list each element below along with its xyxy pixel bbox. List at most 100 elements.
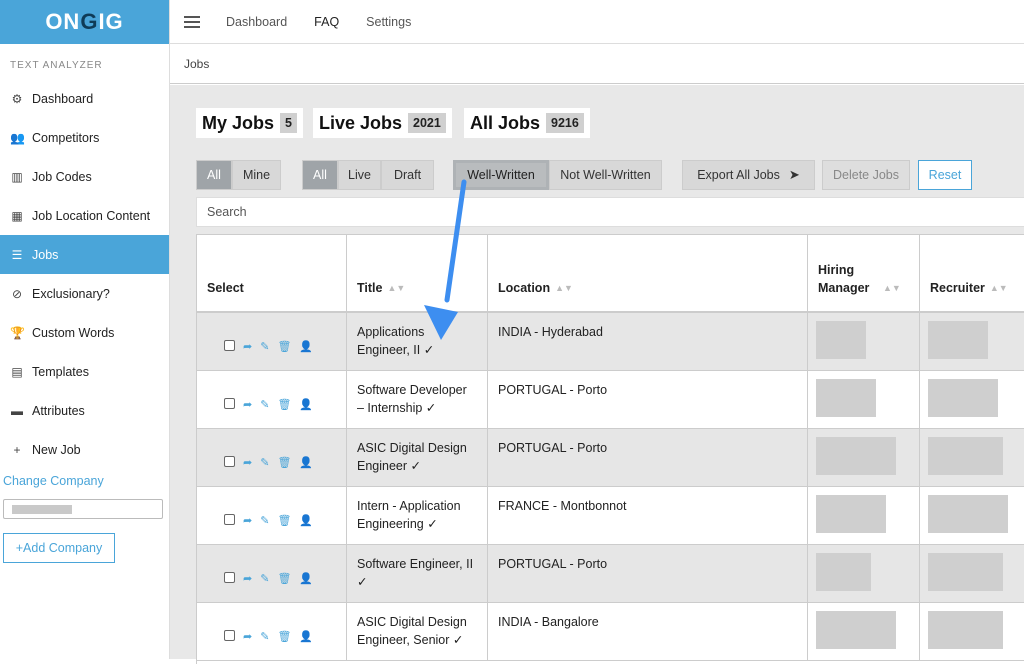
sidebar-item-dashboard[interactable]: ⚙ Dashboard: [0, 79, 169, 118]
company-select[interactable]: [3, 499, 163, 519]
row-actions: ➦ ✎ 🗑 👤: [197, 429, 347, 487]
add-company-button[interactable]: +Add Company: [3, 533, 115, 563]
share-icon[interactable]: ➦: [243, 454, 252, 472]
sidebar-item-templates[interactable]: ▤ Templates: [0, 352, 169, 391]
table-row: ➦ ✎ 🗑 👤 Intern - Application Engineering ✓ …: [197, 487, 1024, 545]
trash-icon[interactable]: 🗑: [277, 338, 291, 356]
status-filter-draft[interactable]: Draft: [381, 160, 434, 190]
trash-icon[interactable]: 🗑: [277, 454, 291, 472]
recruiter-cell: [920, 313, 1024, 371]
dashboard-icon: ⚙: [11, 91, 23, 106]
row-checkbox[interactable]: [224, 629, 235, 641]
row-actions: ➦ ✎ 🗑 👤: [197, 487, 347, 545]
edit-icon[interactable]: ✎: [260, 570, 269, 588]
sidebar-item-new-job[interactable]: + New Job: [0, 430, 169, 469]
trash-icon[interactable]: 🗑: [277, 570, 291, 588]
reset-button[interactable]: Reset: [918, 160, 972, 190]
row-checkbox[interactable]: [224, 397, 235, 409]
sidebar-item-attributes[interactable]: ▬ Attributes: [0, 391, 169, 430]
sidebar-item-competitors[interactable]: 👥 Competitors: [0, 118, 169, 157]
row-checkbox[interactable]: [224, 513, 235, 525]
header-label: Title: [357, 281, 383, 295]
share-icon[interactable]: ➦: [243, 512, 252, 530]
redacted-recruiter: [928, 437, 1003, 475]
recruiter-cell: [920, 371, 1024, 429]
share-icon[interactable]: ➦: [243, 396, 252, 414]
user-icon[interactable]: 👤: [299, 396, 313, 414]
sidebar-item-label: Templates: [32, 364, 89, 379]
sidebar-item-label: Dashboard: [32, 91, 94, 106]
status-filter-live[interactable]: Live: [338, 160, 381, 190]
header-label: Recruiter: [930, 281, 985, 295]
job-title[interactable]: Applications Engineer, II ✓: [347, 313, 488, 371]
sidebar-item-job-location-content[interactable]: ▦ Job Location Content: [0, 196, 169, 235]
ongig-logo[interactable]: ONGIG: [0, 0, 169, 44]
job-title[interactable]: Software Engineer, II ✓: [347, 545, 488, 603]
table-row: ➦ ✎ 🗑 👤 Applications Engineer, II ✓ INDIA -…: [197, 313, 1024, 371]
job-title[interactable]: ASIC Digital Design Engineer ✓: [347, 429, 488, 487]
job-title[interactable]: Software Developer – Internship ✓: [347, 371, 488, 429]
export-all-jobs-button[interactable]: Export All Jobs ➤: [682, 160, 815, 190]
edit-icon[interactable]: ✎: [260, 454, 269, 472]
top-link-dashboard[interactable]: Dashboard: [226, 15, 287, 29]
header-label: Hiring Manager: [818, 263, 870, 295]
header-title[interactable]: Title ▲▼: [347, 235, 488, 313]
owner-filter-mine[interactable]: Mine: [232, 160, 281, 190]
search-input[interactable]: Search: [196, 197, 1024, 227]
sidebar-item-label: Attributes: [32, 403, 85, 418]
hiring-manager-cell: [808, 603, 920, 661]
row-checkbox[interactable]: [224, 571, 235, 583]
hiring-manager-cell: [808, 487, 920, 545]
share-icon[interactable]: ➦: [243, 628, 252, 646]
redacted-recruiter: [928, 553, 1003, 591]
status-filter-all[interactable]: All: [302, 160, 338, 190]
trash-icon[interactable]: 🗑: [277, 396, 291, 414]
edit-icon[interactable]: ✎: [260, 338, 269, 356]
job-location: INDIA - Bangalore: [488, 603, 808, 661]
edit-icon[interactable]: ✎: [260, 628, 269, 646]
header-hiring-manager[interactable]: Hiring Manager ▲▼: [808, 235, 920, 313]
sidebar-item-job-codes[interactable]: ▥ Job Codes: [0, 157, 169, 196]
row-checkbox[interactable]: [224, 455, 235, 467]
hamburger-menu-icon[interactable]: [184, 13, 200, 31]
share-icon[interactable]: ➦: [243, 338, 252, 356]
live-jobs-counter[interactable]: Live Jobs 2021: [313, 108, 452, 138]
main-content: My Jobs 5 Live Jobs 2021 All Jobs 9216 All …: [170, 85, 1024, 664]
user-icon[interactable]: 👤: [299, 512, 313, 530]
user-icon[interactable]: 👤: [299, 570, 313, 588]
top-link-settings[interactable]: Settings: [366, 15, 411, 29]
user-icon[interactable]: 👤: [299, 338, 313, 356]
my-jobs-counter[interactable]: My Jobs 5: [196, 108, 303, 138]
redacted-hiring-manager: [816, 553, 871, 591]
all-jobs-counter[interactable]: All Jobs 9216: [464, 108, 590, 138]
header-location[interactable]: Location ▲▼: [488, 235, 808, 313]
sidebar-item-jobs[interactable]: ☰ Jobs: [0, 235, 169, 274]
trash-icon[interactable]: 🗑: [277, 512, 291, 530]
edit-icon[interactable]: ✎: [260, 512, 269, 530]
filter-not-well-written[interactable]: Not Well-Written: [549, 160, 662, 190]
user-icon[interactable]: 👤: [299, 628, 313, 646]
sidebar-item-custom-words[interactable]: 🏆 Custom Words: [0, 313, 169, 352]
owner-filter-all[interactable]: All: [196, 160, 232, 190]
user-icon[interactable]: 👤: [299, 454, 313, 472]
filter-well-written[interactable]: Well-Written: [453, 160, 549, 190]
row-actions: ➦ ✎ 🗑 👤: [197, 313, 347, 371]
ban-icon: ⊘: [11, 286, 23, 301]
trash-icon[interactable]: 🗑: [277, 628, 291, 646]
delete-jobs-button[interactable]: Delete Jobs: [822, 160, 910, 190]
job-title[interactable]: ASIC Digital Design Engineer, Senior ✓: [347, 603, 488, 661]
redacted-hiring-manager: [816, 379, 876, 417]
job-location: PORTUGAL - Porto: [488, 545, 808, 603]
share-icon[interactable]: ➦: [243, 570, 252, 588]
change-company-link[interactable]: Change Company: [0, 469, 169, 493]
header-recruiter[interactable]: Recruiter ▲▼: [920, 235, 1024, 313]
redacted-company-name: [12, 505, 72, 514]
job-title[interactable]: Intern - Application Engineering ✓: [347, 487, 488, 545]
row-checkbox[interactable]: [224, 339, 235, 351]
redacted-hiring-manager: [816, 611, 896, 649]
top-link-faq[interactable]: FAQ: [314, 15, 339, 29]
sidebar-item-exclusionary[interactable]: ⊘ Exclusionary?: [0, 274, 169, 313]
sidebar: ONGIG TEXT ANALYZER ⚙ Dashboard 👥 Competit…: [0, 0, 170, 659]
edit-icon[interactable]: ✎: [260, 396, 269, 414]
sort-icon: ▲▼: [883, 283, 901, 293]
